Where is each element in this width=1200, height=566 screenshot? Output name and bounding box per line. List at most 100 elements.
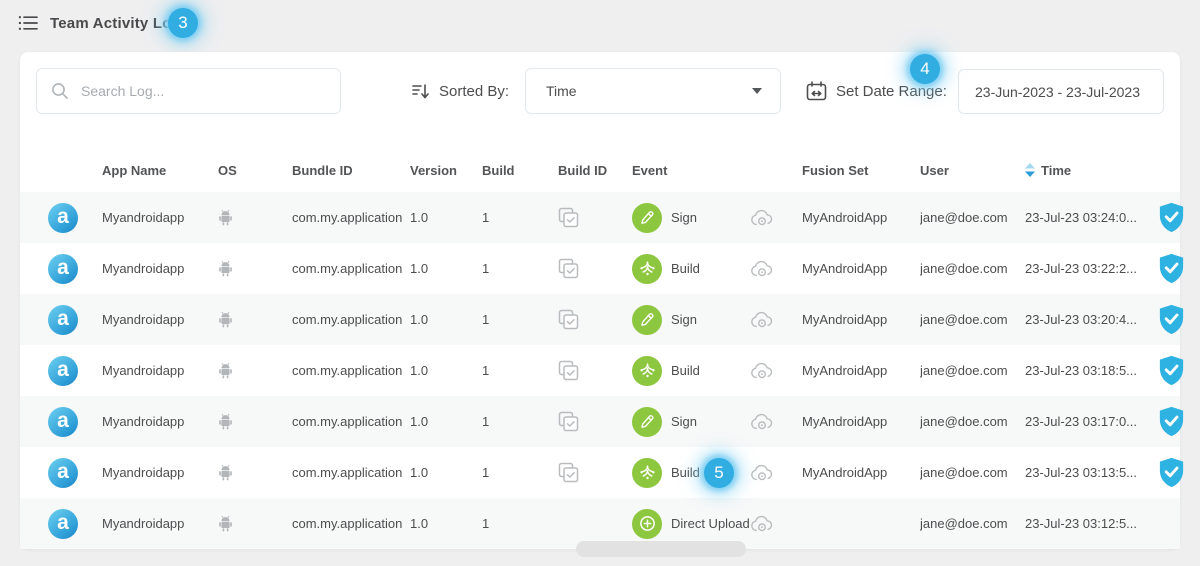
col-os: OS	[218, 163, 292, 178]
event-circle	[632, 356, 662, 386]
cloud-view-icon[interactable]	[750, 208, 774, 227]
build-id-icon[interactable]	[558, 462, 579, 483]
fusion-set-cell: MyAndroidApp	[802, 312, 920, 327]
build-id-icon[interactable]	[558, 360, 579, 381]
user-cell: jane@doe.com	[920, 210, 1025, 225]
step-badge-3: 3	[168, 8, 198, 38]
table-header: App Name OS Bundle ID Version Build Buil…	[20, 148, 1180, 192]
event-cell: Sign	[632, 305, 750, 335]
app-name-cell: Myandroidapp	[102, 210, 218, 225]
app-name-cell: Myandroidapp	[102, 363, 218, 378]
version-cell: 1.0	[410, 210, 482, 225]
user-cell: jane@doe.com	[920, 363, 1025, 378]
table-row[interactable]: a Myandroidapp com.my.application 1.0 1	[20, 192, 1180, 243]
build-cell: 1	[482, 363, 558, 378]
android-icon	[218, 260, 233, 277]
app-avatar: a	[48, 458, 78, 488]
search-input[interactable]	[81, 83, 326, 99]
android-icon	[218, 362, 233, 379]
build-id-icon[interactable]	[558, 309, 579, 330]
build-cell: 1	[482, 312, 558, 327]
sort-icon	[412, 83, 430, 100]
sort-select[interactable]: Time	[525, 68, 781, 114]
col-user: User	[920, 163, 1025, 178]
verified-shield-icon[interactable]	[1158, 406, 1185, 437]
table-row[interactable]: a Myandroidapp com.my.application 1.0 1	[20, 243, 1180, 294]
table-row[interactable]: a Myandroidapp com.my.application 1.0 1	[20, 447, 1180, 498]
time-cell: 23-Jul-23 03:18:5...	[1025, 363, 1158, 378]
verified-shield-icon[interactable]	[1158, 355, 1185, 386]
col-build: Build	[482, 163, 558, 178]
user-cell: jane@doe.com	[920, 312, 1025, 327]
sort-arrows-icon[interactable]	[1025, 163, 1035, 177]
event-label: Direct Upload	[671, 516, 750, 531]
table-body: a Myandroidapp com.my.application 1.0 1	[20, 192, 1180, 549]
build-cell: 1	[482, 414, 558, 429]
event-label: Sign	[671, 414, 697, 429]
bundle-id-cell: com.my.application	[292, 465, 410, 480]
bundle-id-cell: com.my.application	[292, 312, 410, 327]
step-badge-5: 5	[704, 458, 734, 488]
app-name-cell: Myandroidapp	[102, 312, 218, 327]
time-cell: 23-Jul-23 03:20:4...	[1025, 312, 1158, 327]
cloud-view-icon[interactable]	[750, 310, 774, 329]
build-icon	[639, 464, 656, 481]
table-row[interactable]: a Myandroidapp com.my.application 1.0 1	[20, 294, 1180, 345]
app-avatar: a	[48, 407, 78, 437]
app-avatar: a	[48, 356, 78, 386]
date-range-icon	[806, 81, 827, 101]
bundle-id-cell: com.my.application	[292, 363, 410, 378]
fusion-set-cell: MyAndroidApp	[802, 414, 920, 429]
event-label: Build	[671, 261, 700, 276]
event-label: Build	[671, 465, 700, 480]
event-circle	[632, 509, 662, 539]
user-cell: jane@doe.com	[920, 516, 1025, 531]
cloud-view-icon[interactable]	[750, 361, 774, 380]
app-name-cell: Myandroidapp	[102, 516, 218, 531]
cloud-view-icon[interactable]	[750, 412, 774, 431]
pencil-icon	[639, 210, 655, 226]
time-cell: 23-Jul-23 03:24:0...	[1025, 210, 1158, 225]
event-circle	[632, 305, 662, 335]
horizontal-scrollbar-thumb[interactable]	[576, 541, 746, 557]
event-cell: Direct Upload	[632, 509, 750, 539]
version-cell: 1.0	[410, 516, 482, 531]
version-cell: 1.0	[410, 465, 482, 480]
android-icon	[218, 413, 233, 430]
step-badge-4: 4	[910, 54, 940, 84]
user-cell: jane@doe.com	[920, 261, 1025, 276]
verified-shield-icon[interactable]	[1158, 304, 1185, 335]
build-cell: 1	[482, 210, 558, 225]
cloud-view-icon[interactable]	[750, 463, 774, 482]
date-range-field[interactable]: 23-Jun-2023 - 23-Jul-2023	[958, 69, 1164, 114]
verified-shield-icon[interactable]	[1158, 457, 1185, 488]
verified-shield-icon[interactable]	[1158, 253, 1185, 284]
verified-shield-icon[interactable]	[1158, 202, 1185, 233]
time-cell: 23-Jul-23 03:17:0...	[1025, 414, 1158, 429]
user-cell: jane@doe.com	[920, 414, 1025, 429]
cloud-view-icon[interactable]	[750, 259, 774, 278]
col-app-name: App Name	[102, 163, 218, 178]
event-circle	[632, 254, 662, 284]
build-cell: 1	[482, 465, 558, 480]
search-box[interactable]	[36, 68, 341, 114]
sorted-by-label: Sorted By:	[439, 83, 509, 100]
cloud-view-icon[interactable]	[750, 514, 774, 533]
event-circle	[632, 407, 662, 437]
bundle-id-cell: com.my.application	[292, 261, 410, 276]
app-avatar: a	[48, 254, 78, 284]
app-avatar: a	[48, 305, 78, 335]
chevron-down-icon	[752, 88, 762, 94]
version-cell: 1.0	[410, 261, 482, 276]
build-id-icon[interactable]	[558, 207, 579, 228]
col-time[interactable]: Time	[1025, 163, 1158, 178]
app-name-cell: Myandroidapp	[102, 414, 218, 429]
sort-select-value: Time	[546, 83, 577, 99]
col-version: Version	[410, 163, 482, 178]
table-row[interactable]: a Myandroidapp com.my.application 1.0 1	[20, 345, 1180, 396]
table-row[interactable]: a Myandroidapp com.my.application 1.0 1	[20, 396, 1180, 447]
build-id-icon[interactable]	[558, 411, 579, 432]
event-cell: Sign	[632, 203, 750, 233]
event-label: Build	[671, 363, 700, 378]
build-id-icon[interactable]	[558, 258, 579, 279]
